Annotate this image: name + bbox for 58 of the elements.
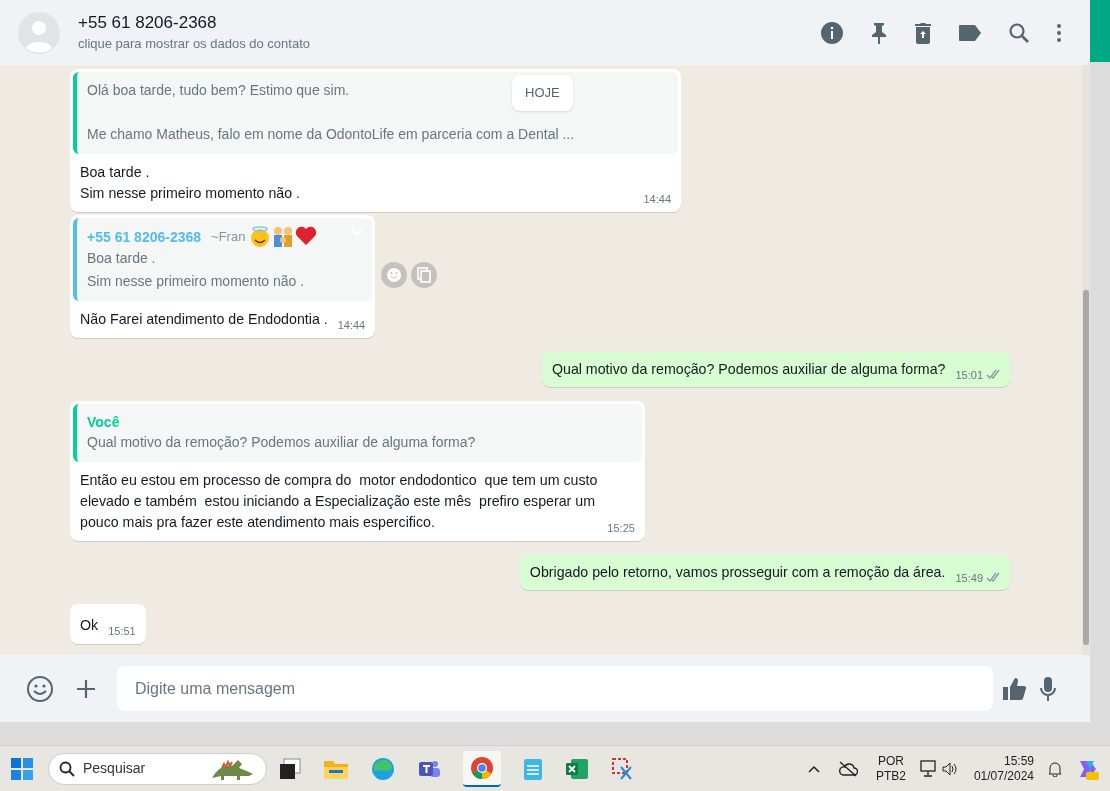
quoted-message[interactable]: +55 61 8206-2368 ~Fran Boa tarde . Sim nesse primeiro momento não . [73,218,373,301]
message-time: 14:44 [643,191,671,207]
message-text: Obrigado pelo retorno, vamos prosseguir com a remoção da área. [529,563,946,582]
quoted-text: Qual motivo da remoção? Podemos auxiliar de alguma forma? [87,433,476,452]
quote-author-nickname: ~Fran [211,228,246,247]
message-text: Não Farei atendimento de Endodontia . [80,310,328,329]
message-text: Qual motivo da remoção? Podemos auxiliar de alguma forma? [551,360,946,379]
quoted-text: Olá boa tarde, tudo bem? Estimo que sim. [87,81,350,100]
taskbar-search[interactable]: Pesquisar [48,752,267,785]
message-text: Ok [80,616,99,635]
message-time: 14:44 [337,317,366,333]
message-time: 15:51 [108,623,136,639]
microphone-icon[interactable] [1039,675,1057,702]
bell-icon[interactable] [1048,760,1062,777]
message-time: 15:49 [955,570,983,586]
quoted-message[interactable]: Você Qual motivo da remoção? Podemos auxiliar de alguma forma? [73,404,642,462]
message-input[interactable]: Digite uma mensagem [117,666,993,711]
contact-info-hint[interactable]: clique para mostrar os dados do contato [78,33,820,54]
window-icon[interactable] [279,757,301,780]
search-icon [59,760,75,777]
accent-bar [1090,0,1110,62]
menu-icon[interactable] [1056,22,1062,43]
plus-icon[interactable] [76,678,96,699]
speaker-icon[interactable] [941,761,958,776]
emoji-icon[interactable] [26,674,54,703]
quoted-text: Sim nesse primeiro momento não . [87,272,305,291]
message-text: elevado e também estou iniciando a Especialização este mês prefiro esperar um [80,492,596,511]
quoted-text: Me chamo Matheus, falo em nome da OdontoLife em parceria com a Dental ... [87,125,575,144]
cloud-offline-icon[interactable] [837,760,858,777]
date-chip: HOJE [512,75,573,111]
quote-author: +55 61 8206-2368 [87,228,202,247]
quote-author: Você [87,413,120,432]
message-text: Boa tarde . [80,163,151,182]
chrome-icon [470,755,494,780]
start-icon[interactable] [10,756,34,781]
snipping-tool-icon[interactable] [611,756,635,781]
heart-icon [295,226,318,246]
contact-name[interactable]: +55 61 8206-2368 [78,11,820,34]
clock[interactable]: 15:59 01/07/2024 [973,753,1034,784]
chrome-taskbar-button[interactable] [463,750,501,787]
trash-icon[interactable] [914,21,932,44]
info-icon[interactable] [820,20,844,45]
search-icon[interactable] [1008,21,1030,44]
quoted-text: Boa tarde . [87,249,156,268]
language-indicator[interactable]: POR PTB2 [875,753,906,784]
pin-icon[interactable] [870,21,888,44]
chevron-up-icon[interactable] [807,764,820,773]
message-text: pouco mais pra fazer este atendimento mais espercifico. [80,513,436,532]
message-time: 15:01 [955,367,983,383]
excel-icon[interactable] [565,757,589,780]
message-time: 15:25 [607,520,635,536]
smiley-icon [249,226,272,248]
message-text: Sim nesse primeiro momento não . [80,184,301,203]
label-icon[interactable] [958,23,982,42]
scrollbar[interactable] [1082,65,1090,655]
network-icon[interactable] [919,759,938,778]
message-text: Então eu estou em processo de compra do motor endodontico que tem um custo [80,471,598,490]
thumbs-up-icon[interactable] [1001,675,1027,702]
